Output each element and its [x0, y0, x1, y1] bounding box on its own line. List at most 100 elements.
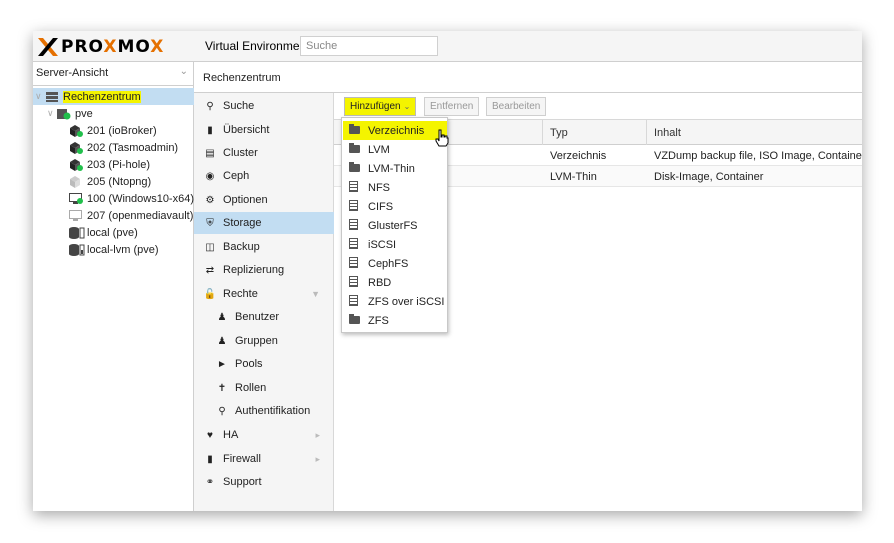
menu-item-label: GlusterFS: [368, 219, 418, 232]
container-running-icon: [69, 124, 83, 137]
search-icon: ⚲: [206, 100, 214, 112]
storage-toolbar: Hinzufügen ⌄ Entfernen Bearbeiten: [334, 93, 862, 120]
column-separator[interactable]: [646, 120, 647, 145]
menu-item-label: CIFS: [368, 200, 394, 213]
unlock-icon: 🔓: [203, 288, 217, 300]
tree-item-container[interactable]: 201 (ioBroker): [69, 122, 157, 139]
folder-icon: [349, 123, 361, 137]
menu-item-lvm-thin[interactable]: LVM-Thin: [343, 159, 447, 178]
nav-item-label: Backup: [223, 241, 260, 253]
menu-item-glusterfs[interactable]: GlusterFS: [343, 216, 447, 235]
database-icon: ⛨: [206, 217, 214, 229]
nav-item-replication[interactable]: ⇄ Replizierung: [194, 259, 334, 281]
gear-icon: ⚙: [205, 194, 215, 206]
chevron-down-icon[interactable]: ▼: [311, 289, 320, 299]
column-header-type[interactable]: Typ: [550, 127, 568, 139]
folder-icon: [349, 313, 361, 327]
storage-icon: [69, 226, 85, 239]
remove-button[interactable]: Entfernen: [424, 97, 480, 116]
nav-item-storage[interactable]: ⛨ Storage: [194, 212, 334, 234]
tree-item-container[interactable]: 203 (Pi-hole): [69, 156, 150, 173]
hand-cursor-icon: [435, 129, 449, 147]
tree-item-container[interactable]: 205 (Ntopng): [69, 173, 151, 190]
menu-item-rbd[interactable]: RBD: [343, 273, 447, 292]
nav-item-label: Pools: [235, 358, 263, 370]
storage-icon: [69, 243, 85, 256]
folder-icon: [349, 142, 361, 156]
menu-item-cifs[interactable]: CIFS: [343, 197, 447, 216]
nav-item-label: Cluster: [223, 147, 258, 159]
proxmox-window: PROXMOX Virtual Environment 6.0-4 Suche …: [33, 31, 862, 511]
menu-item-nfs[interactable]: NFS: [343, 178, 447, 197]
tree-item-datacenter[interactable]: ∨ Rechenzentrum: [33, 88, 194, 105]
male-icon: ✝: [217, 382, 227, 394]
nav-item-groups[interactable]: ♟ Gruppen: [194, 330, 334, 352]
folder-icon: [349, 161, 361, 175]
cell-content: VZDump backup file, ISO Image, Container…: [654, 150, 862, 162]
tree-item-label: pve: [75, 107, 93, 120]
add-button[interactable]: Hinzufügen ⌄: [344, 97, 417, 116]
nav-item-label: Storage: [223, 217, 262, 229]
collapse-icon[interactable]: ∨: [47, 108, 57, 119]
collapse-icon[interactable]: ∨: [35, 91, 45, 102]
menu-item-zfs[interactable]: ZFS: [343, 311, 447, 330]
nav-item-options[interactable]: ⚙ Optionen: [194, 189, 334, 211]
nav-item-label: Suche: [223, 100, 255, 112]
menu-item-cephfs[interactable]: CephFS: [343, 254, 447, 273]
nav-item-firewall[interactable]: ▮ Firewall ▸: [194, 448, 334, 470]
nav-item-summary[interactable]: ▮ Übersicht: [194, 119, 334, 141]
database-icon: [349, 180, 361, 195]
nav-item-ceph[interactable]: ◉ Ceph: [194, 165, 334, 187]
edit-button[interactable]: Bearbeiten: [486, 97, 547, 116]
nav-item-authentication[interactable]: ⚲ Authentifikation: [194, 400, 334, 422]
nav-item-users[interactable]: ♟ Benutzer: [194, 306, 334, 328]
nav-item-permissions[interactable]: 🔓 Rechte ▼: [194, 283, 334, 305]
search-input[interactable]: Suche: [300, 36, 438, 56]
tree-item-label: Rechenzentrum: [63, 90, 141, 103]
nav-item-label: HA: [223, 429, 239, 441]
chevron-right-icon[interactable]: ▸: [315, 454, 320, 465]
tree-item-label: 202 (Tasmoadmin): [87, 141, 179, 154]
nav-item-backup[interactable]: ◫ Backup: [194, 236, 334, 258]
nav-item-cluster[interactable]: ▤ Cluster: [194, 142, 334, 164]
tree-item-vm[interactable]: 100 (Windows10-x64): [69, 190, 194, 207]
nav-item-label: Firewall: [223, 453, 261, 465]
nav-item-ha[interactable]: ♥ HA ▸: [194, 424, 334, 446]
view-select[interactable]: Server-Ansicht ⌄: [33, 62, 194, 86]
tree-item-storage[interactable]: local-lvm (pve): [69, 241, 159, 258]
server-icon: ▤: [205, 147, 215, 159]
menu-item-label: ZFS: [368, 314, 389, 327]
container-stopped-icon: [69, 175, 83, 188]
chevron-right-icon[interactable]: ▸: [315, 430, 320, 441]
tags-icon: ►: [217, 358, 227, 370]
nav-item-search[interactable]: ⚲ Suche: [194, 95, 334, 117]
cell-type: LVM-Thin: [550, 171, 597, 183]
column-separator[interactable]: [542, 120, 543, 145]
cell-content: Disk-Image, Container: [654, 171, 764, 183]
menu-item-label: iSCSI: [368, 238, 397, 251]
vm-running-icon: [69, 192, 83, 205]
menu-item-zfs-over-iscsi[interactable]: ZFS over iSCSI: [343, 292, 447, 311]
column-header-content[interactable]: Inhalt: [654, 127, 681, 139]
ceph-icon: ◉: [205, 170, 215, 182]
tree-item-label: 205 (Ntopng): [87, 175, 152, 188]
tree-item-label: 100 (Windows10-x64): [87, 192, 194, 205]
vm-stopped-icon: [69, 209, 83, 222]
tree-item-storage[interactable]: local (pve): [69, 224, 138, 241]
logo-wordmark: PROXMOX: [61, 37, 165, 57]
tree-item-vm[interactable]: 207 (openmediavault): [69, 207, 193, 224]
server-online-icon: [57, 108, 71, 120]
menu-item-lvm[interactable]: LVM: [343, 140, 447, 159]
menu-item-directory[interactable]: Verzeichnis: [343, 121, 447, 140]
resource-tree: Server-Ansicht ⌄ ∨ Rechenzentrum ∨ pve 2…: [33, 62, 194, 511]
logo-x-icon: [37, 36, 59, 58]
nav-item-pools[interactable]: ► Pools: [194, 353, 334, 375]
tree-item-node-pve[interactable]: ∨ pve: [47, 105, 93, 122]
menu-item-label: CephFS: [368, 257, 409, 270]
tree-item-container[interactable]: 202 (Tasmoadmin): [69, 139, 178, 156]
menu-item-iscsi[interactable]: iSCSI: [343, 235, 447, 254]
nav-item-support[interactable]: ⚭ Support: [194, 471, 334, 493]
nav-item-roles[interactable]: ✝ Rollen: [194, 377, 334, 399]
menu-item-label: LVM: [368, 143, 390, 156]
nav-item-label: Gruppen: [235, 335, 278, 347]
